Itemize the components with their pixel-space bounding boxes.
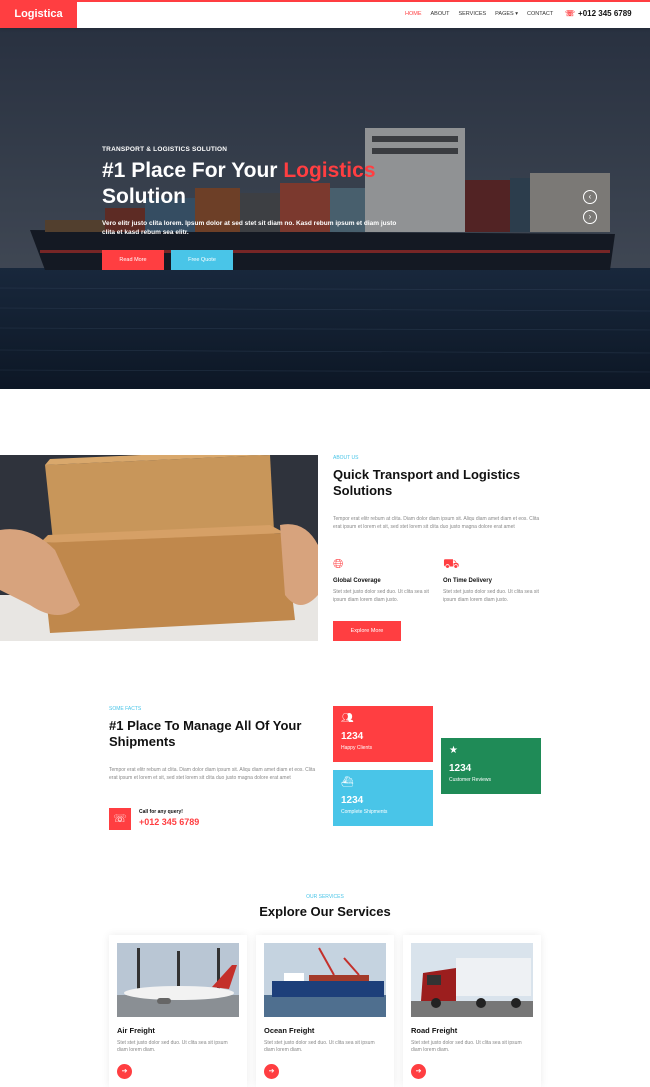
feature-text-delivery: Stet stet justo dolor sed duo. Ut clita … xyxy=(443,589,539,603)
call-phone[interactable]: +012 345 6789 xyxy=(139,817,199,827)
facts-title: #1 Place To Manage All Of Your Shipments xyxy=(109,718,302,749)
feature-title-delivery: On Time Delivery xyxy=(443,578,492,584)
boxes-photo xyxy=(0,455,318,641)
headset-icon: ☏ xyxy=(109,808,131,830)
navbar: Logistica HOME ABOUT SERVICES PAGES ▾ CO… xyxy=(0,0,650,28)
air-freight-image xyxy=(117,943,239,1017)
stat-value: 1234 xyxy=(341,795,364,806)
feature-text-global: Stet stet justo dolor sed duo. Ut clita … xyxy=(333,589,429,603)
services-title: Explore Our Services xyxy=(259,904,391,919)
nav-item-home[interactable]: HOME xyxy=(405,11,422,17)
nav-phone-number: +012 345 6789 xyxy=(578,9,632,18)
service-title: Ocean Freight xyxy=(264,1026,315,1035)
stat-value: 1234 xyxy=(341,731,364,742)
service-text: Stet stet justo dolor sed duo. Ut clita … xyxy=(117,1040,228,1053)
road-freight-image xyxy=(411,943,533,1017)
nav-menu: HOME ABOUT SERVICES PAGES ▾ CONTACT xyxy=(405,0,553,28)
star-icon: ★ xyxy=(449,745,458,756)
explore-more-button[interactable]: Explore More xyxy=(333,621,401,641)
about-image xyxy=(0,455,318,641)
headset-icon: ☏ xyxy=(565,9,576,18)
service-title: Road Freight xyxy=(411,1026,458,1035)
stat-customer-reviews: ★ 1234 Customer Reviews xyxy=(441,738,541,794)
service-card-air: Air Freight Stet stet justo dolor sed du… xyxy=(109,935,247,1087)
globe-icon: 🌐︎ xyxy=(333,556,344,571)
read-more-button[interactable]: Read More xyxy=(102,250,164,270)
nav-item-pages[interactable]: PAGES ▾ xyxy=(495,11,518,17)
nav-item-services[interactable]: SERVICES xyxy=(458,11,486,17)
services-kicker: OUR SERVICES xyxy=(306,894,344,900)
stat-happy-clients: 👥︎ 1234 Happy Clients xyxy=(333,706,433,762)
hero-title-part2: Solution xyxy=(102,185,186,208)
hero-title-highlight: Logistics xyxy=(283,159,376,182)
hero-carousel: TRANSPORT & LOGISTICS SOLUTION #1 Place … xyxy=(0,28,650,389)
about-kicker: ABOUT US xyxy=(333,455,359,461)
feature-title-global: Global Coverage xyxy=(333,578,381,584)
truck-icon: ⛟ xyxy=(443,556,460,571)
chevron-right-icon[interactable]: › xyxy=(583,210,597,224)
arrow-right-icon[interactable]: ➔ xyxy=(411,1064,426,1079)
brand-logo[interactable]: Logistica xyxy=(0,0,77,28)
chevron-left-icon[interactable]: ‹ xyxy=(583,190,597,204)
call-label: Call for any query! xyxy=(139,809,183,815)
nav-accent-line xyxy=(0,0,650,2)
service-card-ocean: Ocean Freight Stet stet justo dolor sed … xyxy=(256,935,394,1087)
facts-text: Tempor erat elitr rebum at clita. Diam d… xyxy=(109,767,316,781)
facts-kicker: SOME FACTS xyxy=(109,706,142,712)
stat-label: Customer Reviews xyxy=(449,777,491,783)
hero-text: Vero elitr justo clita lorem. Ipsum dolo… xyxy=(102,220,397,236)
users-icon: 👥︎ xyxy=(341,713,354,724)
arrow-right-icon[interactable]: ➔ xyxy=(117,1064,132,1079)
about-text: Tempor erat elitr rebum at clita. Diam d… xyxy=(333,516,540,530)
stat-complete-shipments: ⛴ 1234 Complete Shipments xyxy=(333,770,433,826)
stat-value: 1234 xyxy=(449,763,472,774)
ocean-freight-image xyxy=(264,943,386,1017)
hero-title-part1: #1 Place For Your xyxy=(102,159,284,182)
nav-phone[interactable]: ☏ +012 345 6789 xyxy=(565,9,632,18)
nav-item-about[interactable]: ABOUT xyxy=(431,11,450,17)
service-text: Stet stet justo dolor sed duo. Ut clita … xyxy=(264,1040,375,1053)
service-title: Air Freight xyxy=(117,1026,155,1035)
nav-item-contact[interactable]: CONTACT xyxy=(527,11,553,17)
hero-kicker: TRANSPORT & LOGISTICS SOLUTION xyxy=(102,146,228,153)
ship-icon: ⛴ xyxy=(341,777,354,788)
free-quote-button[interactable]: Free Quote xyxy=(171,250,233,270)
stat-label: Happy Clients xyxy=(341,745,373,751)
hero-title: #1 Place For Your Logistics Solution xyxy=(102,158,402,210)
stat-label: Complete Shipments xyxy=(341,809,388,815)
service-card-road: Road Freight Stet stet justo dolor sed d… xyxy=(403,935,541,1087)
service-text: Stet stet justo dolor sed duo. Ut clita … xyxy=(411,1040,522,1053)
arrow-right-icon[interactable]: ➔ xyxy=(264,1064,279,1079)
about-title: Quick Transport and Logistics Solutions xyxy=(333,467,521,498)
